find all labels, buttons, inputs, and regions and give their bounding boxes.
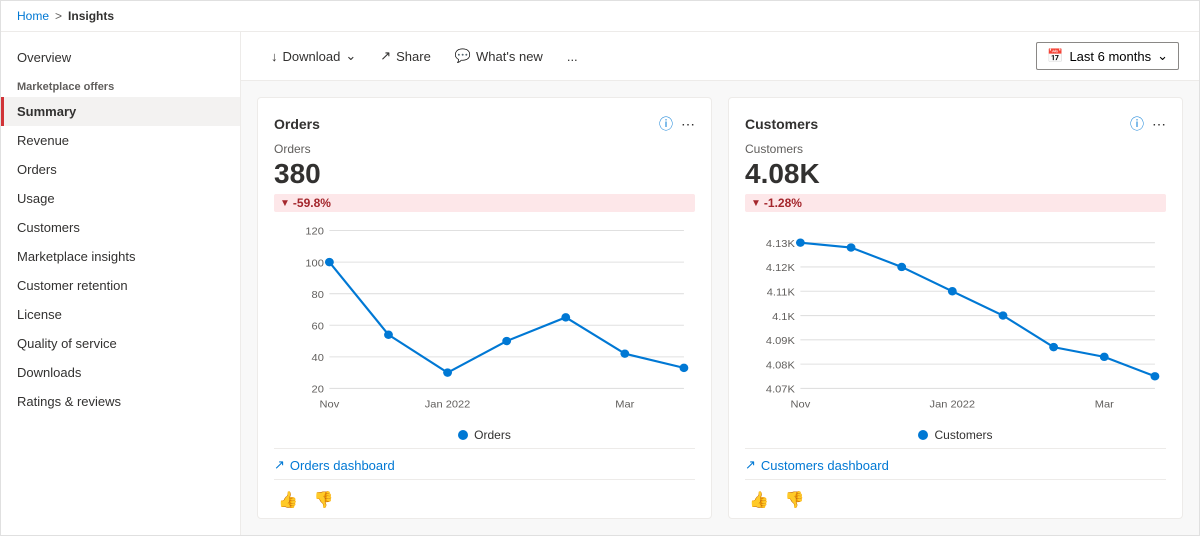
share-button[interactable]: ↗ Share <box>370 43 441 69</box>
whats-new-icon: 💬 <box>455 48 471 64</box>
sidebar-item-overview[interactable]: Overview <box>1 44 240 71</box>
svg-text:Nov: Nov <box>791 399 811 411</box>
svg-text:Jan 2022: Jan 2022 <box>930 399 976 411</box>
info-icon-customers[interactable]: ⓘ <box>1130 114 1144 134</box>
breadcrumb: Home > Insights <box>1 1 1199 32</box>
chart-legend-orders: Orders <box>274 428 695 442</box>
sidebar: Overview Marketplace offers SummaryReven… <box>1 32 241 535</box>
svg-text:40: 40 <box>312 352 324 364</box>
date-filter-button[interactable]: 📅 Last 6 months ⌄ <box>1036 42 1179 70</box>
change-arrow-icon-orders: ▼ <box>280 198 290 209</box>
more-button[interactable]: ... <box>557 44 588 69</box>
svg-text:4.13K: 4.13K <box>766 238 796 250</box>
svg-text:4.1K: 4.1K <box>772 311 796 323</box>
card-customers: Customers ⓘ ⋯ Customers 4.08K ▼ -1.28% 4… <box>728 97 1183 519</box>
sidebar-item-orders[interactable]: Orders <box>1 155 240 184</box>
svg-text:4.09K: 4.09K <box>766 335 796 347</box>
svg-text:4.12K: 4.12K <box>766 262 796 274</box>
card-title-orders: Orders <box>274 116 320 132</box>
card-actions-customers: ⓘ ⋯ <box>1130 114 1166 134</box>
card-orders: Orders ⓘ ⋯ Orders 380 ▼ -59.8% 120 100 80 6… <box>257 97 712 519</box>
svg-text:Nov: Nov <box>320 399 340 411</box>
download-icon: ↓ <box>271 49 278 64</box>
svg-text:Jan 2022: Jan 2022 <box>425 399 471 411</box>
info-icon-orders[interactable]: ⓘ <box>659 114 673 134</box>
sidebar-section-label: Marketplace offers <box>1 71 240 97</box>
card-header-customers: Customers ⓘ ⋯ <box>745 114 1166 134</box>
chart-area-orders: 120 100 80 60 40 20 Nov Jan 2022 Mar <box>274 220 695 420</box>
card-actions-orders: ⓘ ⋯ <box>659 114 695 134</box>
toolbar: ↓ Download ⌄ ↗ Share 💬 What's new ... <box>241 32 1199 81</box>
legend-label-customers: Customers <box>934 428 992 442</box>
card-header-orders: Orders ⓘ ⋯ <box>274 114 695 134</box>
breadcrumb-separator: > <box>55 9 62 23</box>
change-value-customers: -1.28% <box>764 196 802 210</box>
metric-change-orders: ▼ -59.8% <box>274 194 695 212</box>
breadcrumb-home[interactable]: Home <box>17 9 49 23</box>
metric-label-customers: Customers <box>745 142 1166 156</box>
svg-text:20: 20 <box>312 384 324 396</box>
cards-container: Orders ⓘ ⋯ Orders 380 ▼ -59.8% 120 100 80 6… <box>241 81 1199 535</box>
more-icon-customers[interactable]: ⋯ <box>1152 116 1166 133</box>
metric-value-customers: 4.08K <box>745 158 1166 190</box>
share-icon: ↗ <box>380 48 391 64</box>
thumbs-down-button-orders[interactable]: 👎 <box>310 488 338 512</box>
sidebar-item-customer-retention[interactable]: Customer retention <box>1 271 240 300</box>
sidebar-item-ratings-reviews[interactable]: Ratings & reviews <box>1 387 240 416</box>
sidebar-item-usage[interactable]: Usage <box>1 184 240 213</box>
trend-icon-customers: ↗ <box>745 457 756 473</box>
calendar-icon: 📅 <box>1047 48 1063 64</box>
metric-change-customers: ▼ -1.28% <box>745 194 1166 212</box>
legend-label-orders: Orders <box>474 428 511 442</box>
metric-label-orders: Orders <box>274 142 695 156</box>
svg-text:4.07K: 4.07K <box>766 384 796 396</box>
svg-text:60: 60 <box>312 321 324 333</box>
change-arrow-icon-customers: ▼ <box>751 198 761 209</box>
download-chevron-icon: ⌄ <box>345 48 356 64</box>
content-area: ↓ Download ⌄ ↗ Share 💬 What's new ... <box>241 32 1199 535</box>
date-filter-chevron-icon: ⌄ <box>1157 48 1168 64</box>
svg-text:4.11K: 4.11K <box>767 287 796 299</box>
card-feedback-orders: 👍 👎 <box>274 479 695 512</box>
svg-text:100: 100 <box>305 258 323 270</box>
chart-legend-customers: Customers <box>745 428 1166 442</box>
svg-text:120: 120 <box>305 226 323 238</box>
chart-svg-orders: 120 100 80 60 40 20 Nov Jan 2022 Mar <box>274 220 695 420</box>
whats-new-button[interactable]: 💬 What's new <box>445 43 553 69</box>
sidebar-item-downloads[interactable]: Downloads <box>1 358 240 387</box>
sidebar-item-customers[interactable]: Customers <box>1 213 240 242</box>
sidebar-item-revenue[interactable]: Revenue <box>1 126 240 155</box>
legend-dot-customers <box>918 430 928 440</box>
change-value-orders: -59.8% <box>293 196 331 210</box>
legend-dot-orders <box>458 430 468 440</box>
sidebar-item-marketplace-insights[interactable]: Marketplace insights <box>1 242 240 271</box>
svg-text:Mar: Mar <box>1095 399 1114 411</box>
svg-text:4.08K: 4.08K <box>766 360 796 372</box>
card-feedback-customers: 👍 👎 <box>745 479 1166 512</box>
card-title-customers: Customers <box>745 116 818 132</box>
sidebar-item-summary[interactable]: Summary <box>1 97 240 126</box>
more-icon-orders[interactable]: ⋯ <box>681 116 695 133</box>
svg-text:80: 80 <box>312 289 324 301</box>
dashboard-link-customers[interactable]: ↗ Customers dashboard <box>745 448 1166 473</box>
chart-area-customers: 4.13K 4.12K 4.11K 4.1K 4.09K 4.08K 4.07K Nov Jan… <box>745 220 1166 420</box>
dashboard-link-orders[interactable]: ↗ Orders dashboard <box>274 448 695 473</box>
metric-value-orders: 380 <box>274 158 695 190</box>
chart-footer-orders: Orders ↗ Orders dashboard 👍 👎 <box>274 428 695 512</box>
thumbs-down-button-customers[interactable]: 👎 <box>781 488 809 512</box>
sidebar-item-license[interactable]: License <box>1 300 240 329</box>
thumbs-up-button-customers[interactable]: 👍 <box>745 488 773 512</box>
download-button[interactable]: ↓ Download ⌄ <box>261 43 366 69</box>
breadcrumb-current: Insights <box>68 9 114 23</box>
trend-icon-orders: ↗ <box>274 457 285 473</box>
svg-text:Mar: Mar <box>615 399 634 411</box>
chart-svg-customers: 4.13K 4.12K 4.11K 4.1K 4.09K 4.08K 4.07K Nov Jan… <box>745 220 1166 420</box>
sidebar-item-quality-of-service[interactable]: Quality of service <box>1 329 240 358</box>
chart-footer-customers: Customers ↗ Customers dashboard 👍 👎 <box>745 428 1166 512</box>
thumbs-up-button-orders[interactable]: 👍 <box>274 488 302 512</box>
